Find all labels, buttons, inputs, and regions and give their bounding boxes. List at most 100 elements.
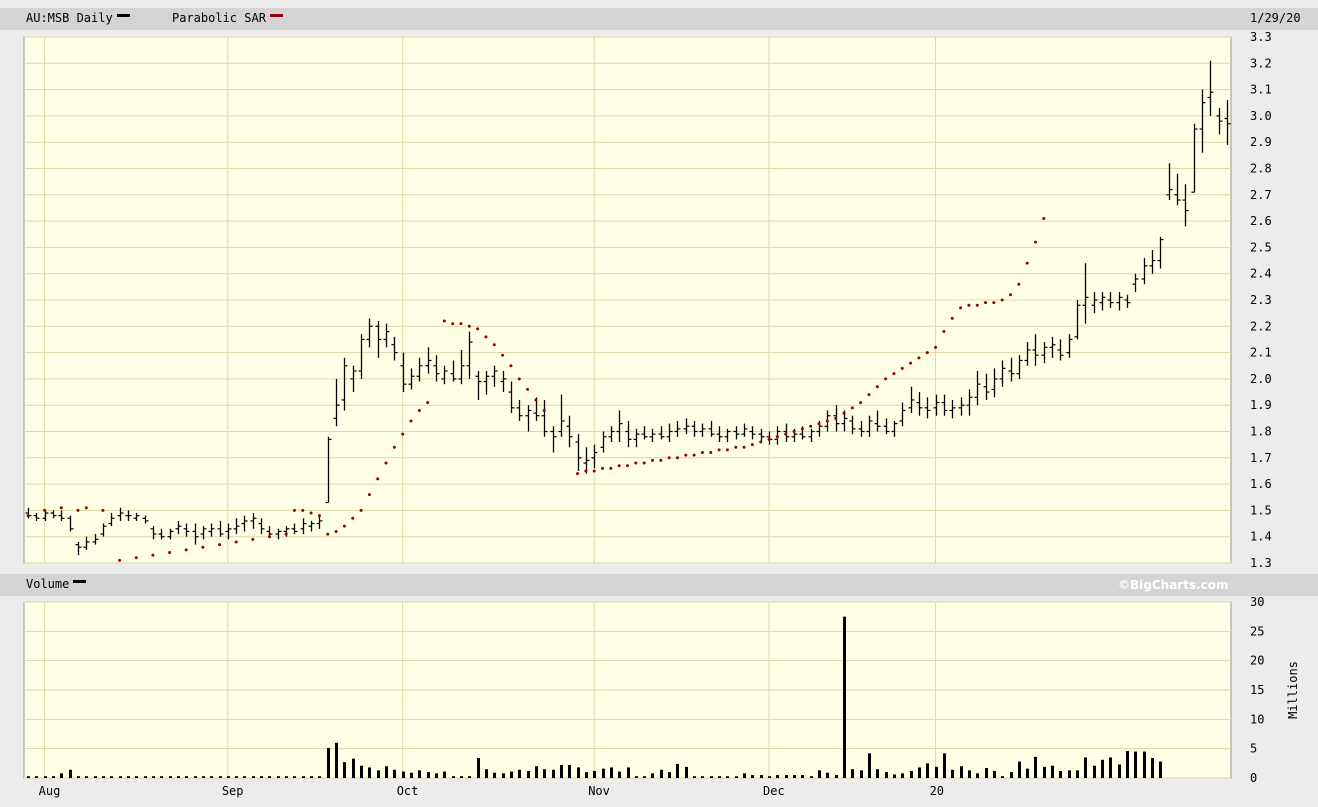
sar-dot bbox=[501, 353, 505, 357]
price-tick-label: 3.0 bbox=[1250, 109, 1272, 123]
sar-dot bbox=[517, 377, 521, 381]
price-tick-label: 2.3 bbox=[1250, 293, 1272, 307]
sar-dot bbox=[700, 451, 704, 455]
sar-dot bbox=[101, 508, 105, 512]
sar-dot bbox=[492, 343, 496, 347]
sar-dot bbox=[975, 303, 979, 307]
volume-tick-label: 25 bbox=[1250, 624, 1264, 638]
volume-bar bbox=[660, 769, 663, 778]
volume-bar bbox=[935, 766, 938, 778]
sar-dot bbox=[592, 469, 596, 473]
sar-dot bbox=[609, 466, 613, 470]
volume-bar bbox=[835, 775, 838, 778]
volume-bar bbox=[860, 770, 863, 778]
volume-bar bbox=[843, 616, 846, 778]
sar-dot bbox=[992, 301, 996, 305]
price-tick-label: 2.0 bbox=[1250, 372, 1272, 386]
volume-tick-label: 20 bbox=[1250, 654, 1264, 668]
sar-dot bbox=[534, 398, 538, 402]
volume-bar bbox=[335, 742, 338, 778]
volume-bar bbox=[127, 776, 130, 778]
sar-dot bbox=[384, 461, 388, 465]
sar-dot bbox=[1009, 293, 1013, 297]
volume-bar bbox=[776, 775, 779, 778]
sar-dot bbox=[359, 508, 363, 512]
sar-dot bbox=[617, 464, 621, 468]
volume-bar bbox=[368, 767, 371, 778]
volume-bar bbox=[1093, 765, 1096, 778]
sar-dot bbox=[326, 532, 330, 536]
volume-bar bbox=[618, 771, 621, 778]
sar-dot bbox=[284, 532, 288, 536]
volume-bar bbox=[651, 773, 654, 778]
volume-bar bbox=[1084, 757, 1087, 778]
volume-bar bbox=[743, 773, 746, 778]
sar-dot bbox=[309, 511, 313, 515]
volume-bar bbox=[585, 772, 588, 778]
sar-dot bbox=[659, 458, 663, 462]
volume-bar bbox=[443, 771, 446, 778]
chart-window: AU:MSB Daily Parabolic SAR 1/29/20 Volum… bbox=[0, 0, 1318, 807]
sar-dot bbox=[542, 408, 546, 412]
volume-bar bbox=[510, 771, 513, 778]
sar-dot bbox=[292, 508, 296, 512]
volume-bar bbox=[1034, 756, 1037, 778]
volume-bar bbox=[918, 767, 921, 778]
price-tick-label: 1.4 bbox=[1250, 530, 1272, 544]
volume-bar bbox=[1076, 770, 1079, 778]
sar-dot bbox=[1025, 261, 1029, 265]
sar-dot bbox=[59, 506, 63, 510]
volume-bar bbox=[110, 776, 113, 778]
volume-bar bbox=[535, 766, 538, 778]
sar-dot bbox=[942, 330, 946, 334]
volume-bar bbox=[293, 776, 296, 778]
volume-bar bbox=[1018, 761, 1021, 778]
sar-dot bbox=[351, 516, 355, 520]
price-tick-label: 1.9 bbox=[1250, 398, 1272, 412]
volume-tick-label: 10 bbox=[1250, 712, 1264, 726]
sar-dot bbox=[984, 301, 988, 305]
volume-bar bbox=[726, 776, 729, 778]
volume-bar bbox=[1151, 758, 1154, 778]
volume-bar bbox=[785, 775, 788, 778]
volume-bar bbox=[44, 776, 47, 778]
x-tick-label: Oct bbox=[397, 784, 419, 798]
volume-bar bbox=[760, 775, 763, 778]
sar-dot bbox=[401, 432, 405, 436]
volume-bar bbox=[402, 771, 405, 778]
volume-bar bbox=[893, 774, 896, 778]
volume-bar bbox=[668, 772, 671, 778]
volume-bar bbox=[202, 776, 205, 778]
sar-dot bbox=[950, 316, 954, 320]
sar-dot bbox=[376, 477, 380, 481]
sar-dot bbox=[875, 385, 879, 389]
sar-dot bbox=[467, 324, 471, 328]
sar-dot bbox=[800, 427, 804, 431]
price-tick-label: 3.1 bbox=[1250, 83, 1272, 97]
volume-bar bbox=[693, 776, 696, 778]
sar-dot bbox=[76, 508, 80, 512]
volume-bar bbox=[801, 775, 804, 778]
sar-dot bbox=[850, 406, 854, 410]
volume-bar bbox=[385, 766, 388, 778]
sar-dot bbox=[925, 351, 929, 355]
sar-dot bbox=[509, 364, 513, 368]
volume-tick-label: 30 bbox=[1250, 595, 1264, 609]
sar-dot bbox=[334, 529, 338, 533]
volume-bar bbox=[502, 773, 505, 778]
sar-dot bbox=[734, 445, 738, 449]
sar-dot bbox=[667, 456, 671, 460]
volume-bar bbox=[602, 768, 605, 778]
volume-bar bbox=[943, 753, 946, 778]
volume-bar bbox=[543, 769, 546, 778]
volume-bar bbox=[1101, 759, 1104, 778]
volume-axis-label: Millions bbox=[1286, 661, 1300, 719]
sar-dot bbox=[342, 524, 346, 528]
sar-dot bbox=[642, 461, 646, 465]
x-tick-label: Dec bbox=[763, 784, 785, 798]
volume-bar bbox=[60, 773, 63, 778]
volume-bar bbox=[310, 776, 313, 778]
volume-bar bbox=[102, 776, 105, 778]
sar-dot bbox=[251, 537, 255, 541]
price-tick-label: 1.3 bbox=[1250, 556, 1272, 570]
